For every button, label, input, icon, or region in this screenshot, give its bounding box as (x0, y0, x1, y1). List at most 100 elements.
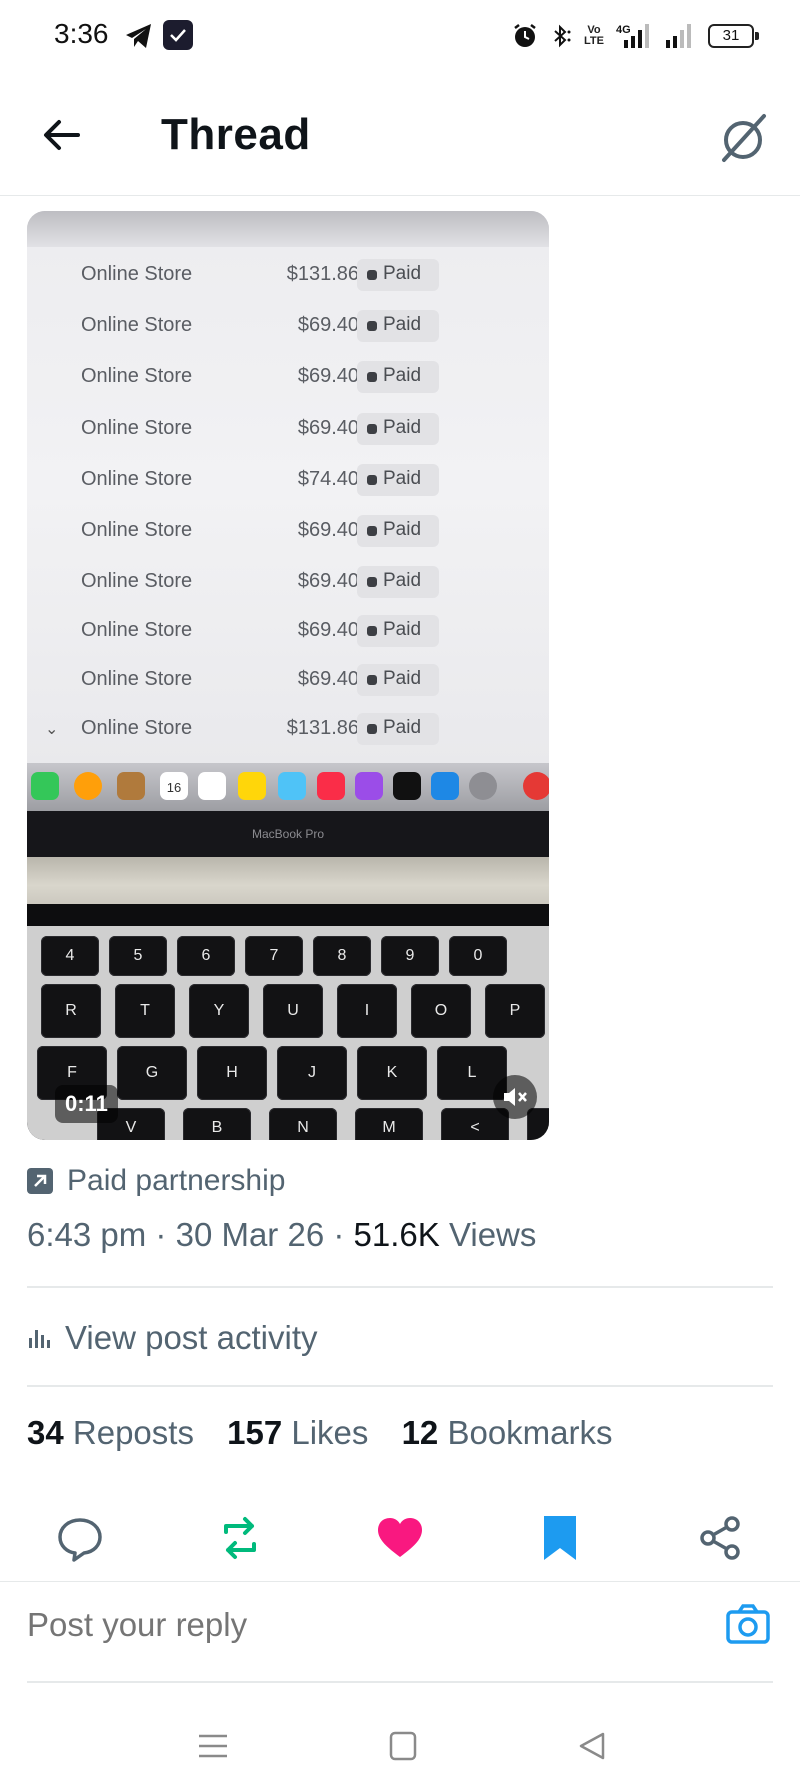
order-row: Online Store $74.40 Paid (27, 458, 549, 502)
likes-label: Likes (291, 1414, 369, 1451)
back-triangle-icon[interactable] (573, 1728, 613, 1764)
camera-icon[interactable] (724, 1602, 772, 1646)
status-icons: Vo LTE 4G 31 (512, 20, 759, 52)
status-dot (367, 626, 377, 636)
mac-dock: 16 (27, 763, 549, 811)
status-dot (367, 526, 377, 536)
status-dot (367, 321, 377, 331)
volte-icon: Vo LTE (584, 24, 604, 47)
status-badge: Paid (357, 259, 439, 291)
reposts-label: Reposts (72, 1414, 194, 1451)
grok-icon[interactable] (716, 110, 772, 166)
partnership-label: Paid partnership (67, 1164, 286, 1197)
battery-icon: 31 (708, 24, 759, 48)
chevron-down-icon: ⌄ (45, 721, 59, 738)
dock-freeform-icon (278, 772, 306, 800)
reply-input[interactable] (27, 1606, 452, 1644)
dock-settings-icon (469, 772, 497, 800)
dock-notes-icon (238, 772, 266, 800)
order-row: Online Store $131.86 Paid (27, 253, 549, 297)
order-amount: $69.40 (297, 365, 359, 387)
views-count: 51.6K (353, 1216, 440, 1253)
order-amount: $69.40 (297, 417, 359, 439)
order-store: Online Store (81, 468, 193, 490)
bluetooth-icon (554, 24, 571, 48)
order-amount: $131.86 (286, 263, 359, 285)
order-amount: $69.40 (297, 619, 359, 641)
status-dot (367, 724, 377, 734)
order-store: Online Store (81, 570, 193, 592)
status-badge: Paid (357, 310, 439, 342)
page-title: Thread (161, 110, 311, 159)
keyboard-key: M (355, 1108, 423, 1140)
svg-text:4G: 4G (616, 24, 631, 36)
home-square-icon[interactable] (383, 1728, 423, 1764)
likes-count: 157 (227, 1414, 283, 1451)
menu-icon[interactable] (193, 1728, 233, 1764)
telegram-icon (126, 24, 151, 48)
order-amount: $69.40 (297, 570, 359, 592)
order-amount: $74.40 (297, 468, 359, 490)
reply-icon[interactable] (52, 1510, 108, 1566)
system-nav-bar (0, 1700, 800, 1791)
status-badge: Paid (357, 515, 439, 547)
order-store: Online Store (81, 717, 193, 739)
keyboard-key: 6 (177, 936, 235, 976)
dock-podcasts-icon (355, 772, 383, 800)
order-amount: $69.40 (297, 314, 359, 336)
partnership-arrow-icon (27, 1168, 53, 1194)
4g-signal-icon: 4G (616, 24, 649, 48)
post-actions (0, 1510, 800, 1572)
keyboard-key: 7 (245, 936, 303, 976)
keyboard-key: Y (189, 984, 249, 1038)
keyboard-key: J (277, 1046, 347, 1100)
status-dot (367, 372, 377, 382)
signal-icon (666, 24, 691, 48)
order-status: Paid (383, 468, 422, 489)
order-store: Online Store (81, 417, 193, 439)
touch-bar (27, 904, 549, 926)
order-store: Online Store (81, 263, 193, 285)
keyboard-key: 5 (109, 936, 167, 976)
divider (27, 1681, 773, 1683)
order-store: Online Store (81, 668, 193, 690)
order-row: Online Store $69.40 Paid (27, 355, 549, 399)
status-badge: Paid (357, 361, 439, 393)
order-row: Online Store $69.40 Paid (27, 658, 549, 702)
video-player[interactable]: Online Store $131.86 Paid Online Store $69.4… (27, 211, 549, 1140)
heart-icon[interactable] (372, 1510, 428, 1566)
dock-app-icon (117, 772, 145, 800)
keyboard-key: U (263, 984, 323, 1038)
view-post-activity-link[interactable]: View post activity (27, 1316, 318, 1360)
status-dot (367, 270, 377, 280)
post-date: 30 Mar 26 (175, 1216, 325, 1253)
order-status: Paid (383, 365, 422, 386)
keyboard-key: 4 (41, 936, 99, 976)
keyboard-key: K (357, 1046, 427, 1100)
dock-tv-icon (393, 772, 421, 800)
order-row: Online Store $69.40 Paid (27, 407, 549, 451)
status-dot (367, 475, 377, 485)
reposts-stat[interactable]: 34 Reposts (27, 1414, 194, 1451)
order-store: Online Store (81, 314, 193, 336)
keyboard-key: B (183, 1108, 251, 1140)
volume-muted-icon[interactable] (493, 1075, 537, 1119)
order-status: Paid (383, 519, 422, 540)
order-store: Online Store (81, 365, 193, 387)
arrow-left-icon[interactable] (38, 110, 88, 160)
analytics-icon (29, 1330, 50, 1348)
bookmarks-stat[interactable]: 12 Bookmarks (402, 1414, 613, 1451)
keyboard-key: T (115, 984, 175, 1038)
dock-photos-icon (74, 772, 102, 800)
order-store: Online Store (81, 519, 193, 541)
bookmark-icon[interactable] (532, 1510, 588, 1566)
dock-music-icon (317, 772, 345, 800)
order-status: Paid (383, 263, 422, 284)
post-stats: 34 Reposts 157 Likes 12 Bookmarks (27, 1414, 613, 1452)
views-label: Views (448, 1216, 537, 1253)
likes-stat[interactable]: 157 Likes (227, 1414, 368, 1451)
keyboard-key: G (117, 1046, 187, 1100)
repost-icon[interactable] (212, 1510, 268, 1566)
share-icon[interactable] (692, 1510, 748, 1566)
status-badge: Paid (357, 664, 439, 696)
